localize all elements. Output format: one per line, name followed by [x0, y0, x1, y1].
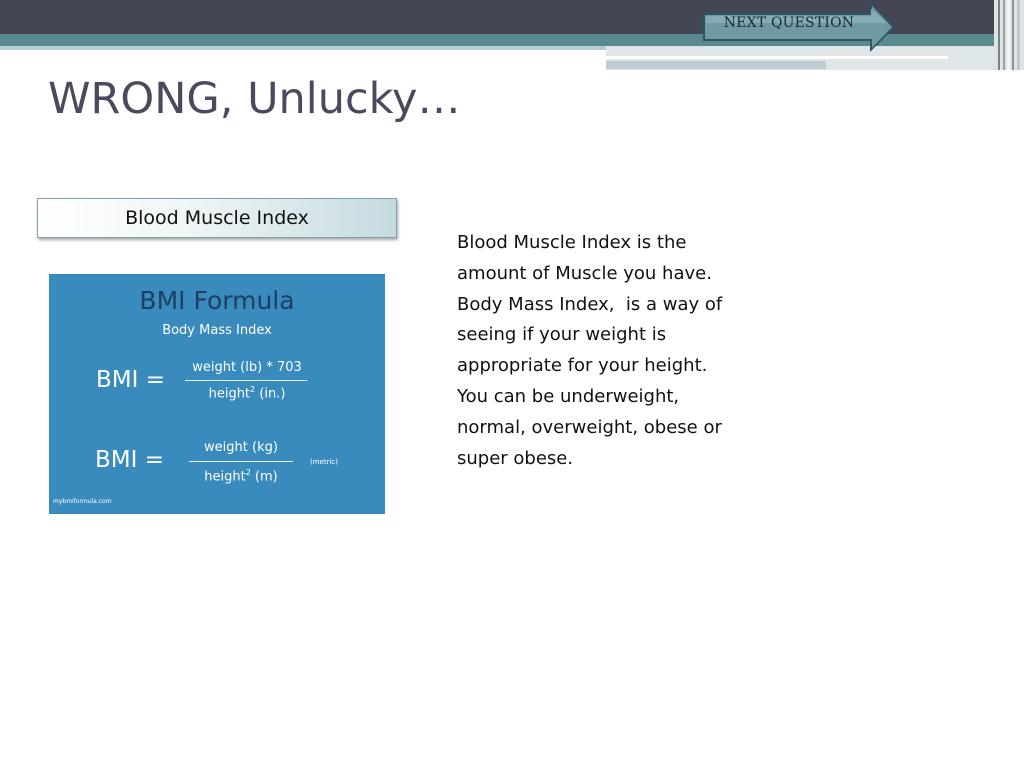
- bmi-metric-fraction-line: [189, 461, 293, 462]
- header-accent-bar: [606, 61, 826, 69]
- bmi-image-title: BMI Formula: [139, 286, 295, 315]
- bmi-metric-denominator: height2 (m): [204, 468, 278, 485]
- header-accent-line: [606, 56, 948, 59]
- bmi-metric-label: BMI =: [95, 447, 164, 473]
- explanation-line: Body Mass Index, is a way of: [457, 293, 723, 315]
- bmi-metric-note: (metric): [310, 458, 339, 466]
- bmi-imperial-fraction-line: [185, 380, 307, 381]
- bmi-imperial-denominator: height2 (in.): [208, 385, 286, 402]
- next-question-label: NEXT QUESTION: [723, 15, 855, 31]
- explanation-line: appropriate for your height.: [457, 355, 708, 377]
- explanation-line: seeing if your weight is: [457, 324, 667, 346]
- bmi-image-source: mybmiformula.com: [53, 498, 112, 505]
- bmi-metric-numerator: weight (kg): [204, 440, 278, 455]
- explanation-line: You can be underweight,: [457, 385, 680, 407]
- explanation-line: Blood Muscle Index is the: [457, 232, 687, 253]
- next-question-button[interactable]: NEXT QUESTION: [700, 0, 898, 54]
- vertical-stripes-decoration: [994, 0, 1024, 70]
- explanation-line: normal, overweight, obese or: [457, 416, 722, 438]
- term-label-text: Blood Muscle Index: [125, 207, 309, 229]
- bmi-formula-image: BMI Formula Body Mass Index BMI = weight…: [49, 274, 385, 514]
- explanation-line: super obese.: [457, 447, 574, 469]
- bmi-image-subtitle: Body Mass Index: [162, 323, 272, 338]
- slide-title: WRONG, Unlucky…: [48, 74, 461, 124]
- explanation-text: Blood Muscle Index is the amount of Musc…: [457, 228, 777, 474]
- term-label-box: Blood Muscle Index: [37, 198, 397, 238]
- bmi-imperial-label: BMI =: [96, 367, 165, 393]
- bmi-imperial-numerator: weight (lb) * 703: [192, 360, 302, 375]
- explanation-line: amount of Muscle you have.: [457, 262, 712, 284]
